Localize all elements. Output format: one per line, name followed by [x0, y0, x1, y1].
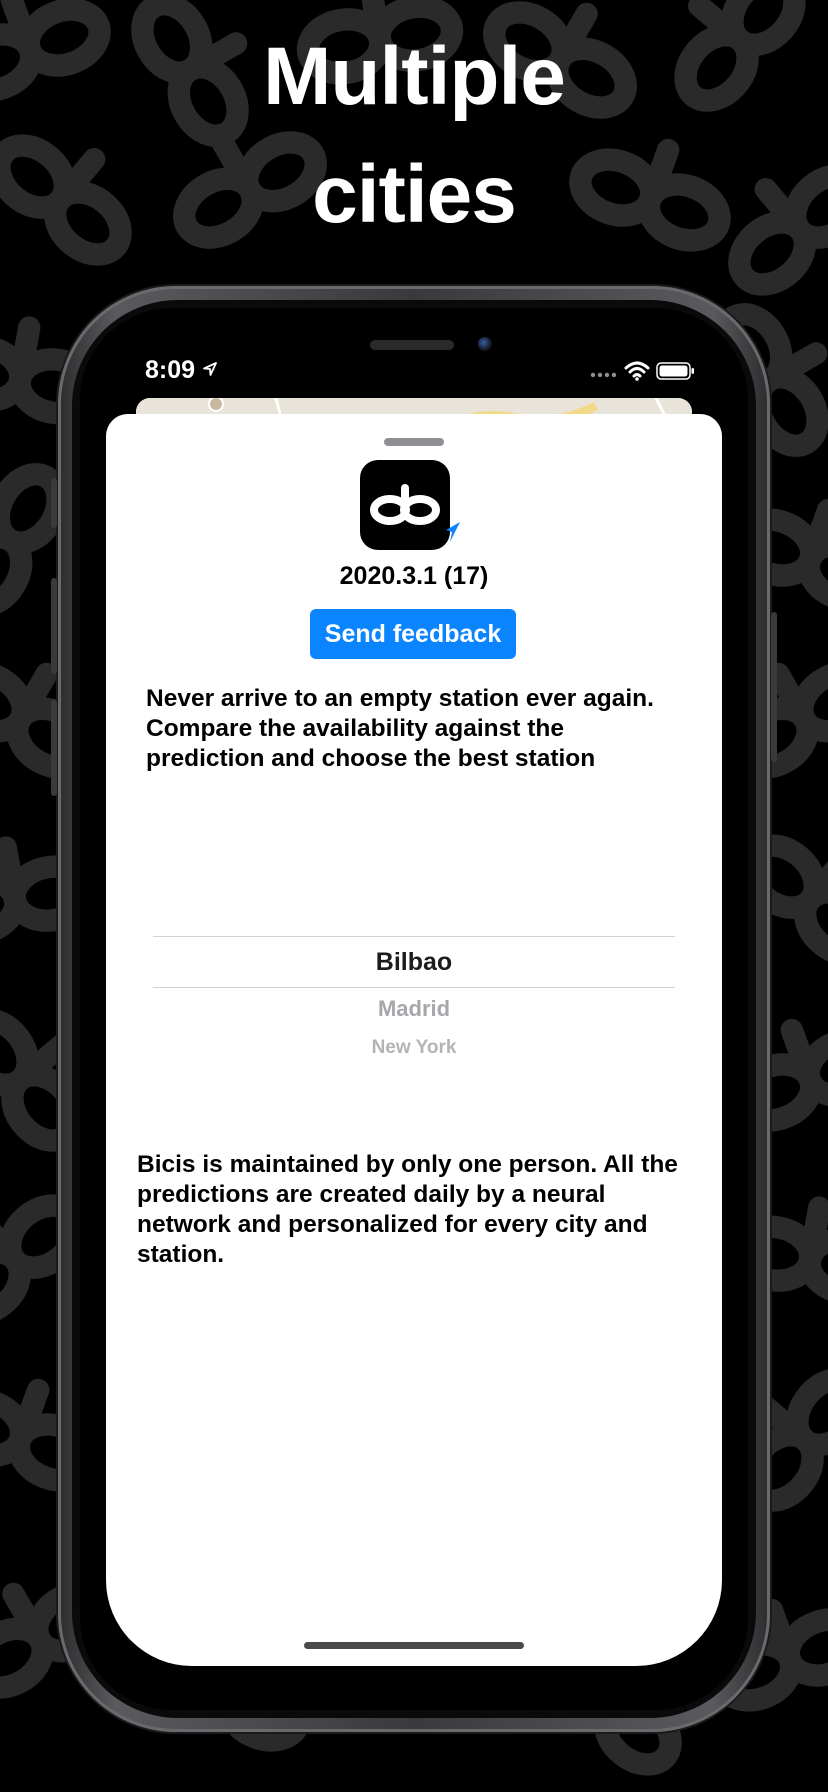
status-time-label: 8:09 — [145, 356, 196, 384]
sheet-grabber-handle[interactable] — [384, 438, 444, 446]
picker-item-madrid[interactable]: Madrid — [153, 996, 675, 1022]
cellular-signal-icon — [590, 372, 617, 378]
picker-item-new-york[interactable]: New York — [153, 1037, 675, 1059]
status-time: 8:09 — [145, 356, 218, 385]
phone-volume-up-button — [51, 578, 57, 674]
earpiece-speaker — [370, 340, 454, 350]
about-sheet: 2020.3.1 (17) Send feedback Never arrive… — [106, 414, 722, 1666]
city-picker[interactable]: Bilbao Madrid New York — [153, 936, 675, 1096]
phone-volume-down-button — [51, 700, 57, 796]
battery-icon — [656, 362, 694, 380]
picker-selection-top-line — [153, 936, 675, 937]
send-feedback-button[interactable]: Send feedback — [310, 609, 516, 659]
front-camera — [478, 337, 492, 351]
phone-mute-switch — [51, 478, 57, 528]
headline-title-line-1: Multiple — [263, 31, 566, 122]
app-version: 2020.3.1 (17) — [339, 562, 489, 590]
headline-title-line-2: cities — [312, 149, 517, 240]
home-indicator[interactable] — [304, 1642, 524, 1649]
picker-item-bilbao[interactable]: Bilbao — [153, 948, 675, 977]
bicis-logo-icon — [360, 460, 460, 550]
wifi-icon — [624, 361, 650, 381]
footer-description: Bicis is maintained by only one person. … — [137, 1151, 678, 1268]
picker-selection-bottom-line — [153, 987, 675, 988]
intro-description: Never arrive to an empty station ever ag… — [146, 685, 654, 772]
status-indicators — [590, 360, 696, 382]
bicis-logo-mark — [370, 484, 460, 542]
phone-power-button — [771, 612, 777, 762]
location-arrow-icon — [203, 362, 217, 376]
